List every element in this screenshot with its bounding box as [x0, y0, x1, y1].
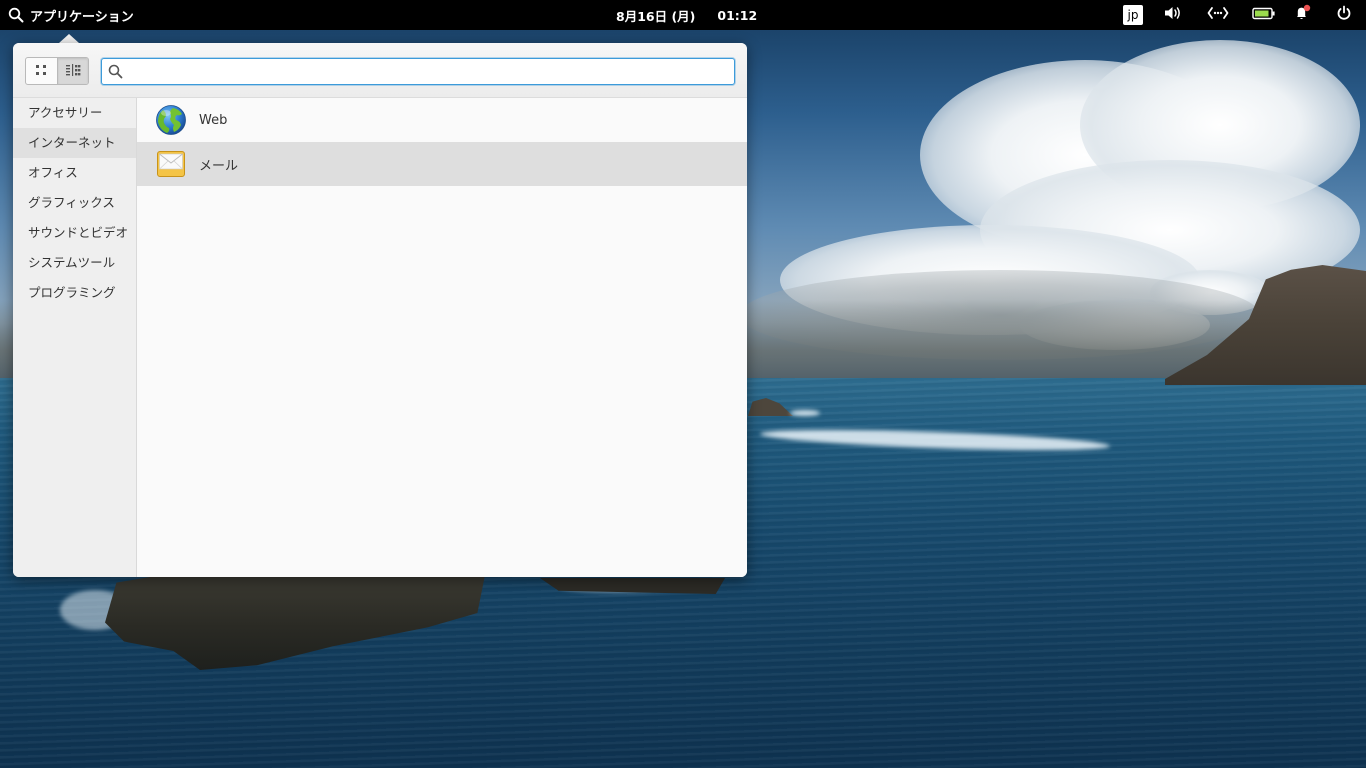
app-label: メール — [199, 158, 239, 174]
app-item-mail[interactable]: メール — [137, 142, 747, 186]
popover-header — [13, 43, 747, 98]
keyboard-layout-indicator[interactable]: jp — [1122, 0, 1144, 30]
category-internet[interactable]: インターネット — [13, 128, 136, 158]
view-mode-switcher — [25, 57, 89, 85]
notifications-indicator[interactable] — [1290, 0, 1314, 30]
search-input[interactable] — [128, 61, 730, 82]
session-indicator[interactable] — [1332, 0, 1356, 30]
category-programming[interactable]: プログラミング — [13, 278, 136, 308]
mail-envelope-icon — [155, 148, 187, 180]
category-graphics[interactable]: グラフィックス — [13, 188, 136, 218]
notification-bell-icon — [1293, 4, 1311, 26]
category-accessories[interactable]: アクセサリー — [13, 98, 136, 128]
date-label: 8月16日 (月) — [616, 8, 696, 24]
battery-icon — [1252, 7, 1276, 24]
category-system-tools[interactable]: システムツール — [13, 248, 136, 278]
web-browser-globe-icon — [155, 104, 187, 136]
applications-menu-button[interactable]: アプリケーション — [8, 0, 134, 30]
category-view-icon — [65, 62, 81, 81]
category-view-button[interactable] — [56, 58, 88, 84]
grid-view-button[interactable] — [26, 58, 57, 84]
network-indicator[interactable] — [1204, 0, 1232, 30]
category-sound-video[interactable]: サウンドとビデオ — [13, 218, 136, 248]
volume-icon — [1163, 5, 1183, 25]
keyboard-layout-label: jp — [1123, 5, 1143, 25]
power-icon — [1336, 5, 1352, 25]
wallpaper-foam — [790, 410, 820, 416]
datetime-indicator[interactable]: 8月16日 (月) 01:12 — [616, 0, 757, 30]
search-field[interactable] — [101, 58, 735, 85]
search-icon — [108, 64, 123, 83]
time-label: 01:12 — [717, 7, 758, 23]
category-office[interactable]: オフィス — [13, 158, 136, 188]
network-wired-icon — [1207, 6, 1229, 24]
popover-arrow — [59, 34, 79, 43]
app-label: Web — [199, 112, 228, 128]
category-sidebar: アクセサリー インターネット オフィス グラフィックス サウンドとビデオ システ… — [13, 98, 137, 577]
grid-view-icon — [34, 62, 48, 81]
volume-indicator[interactable] — [1160, 0, 1186, 30]
applications-menu-popover: アクセサリー インターネット オフィス グラフィックス サウンドとビデオ システ… — [13, 43, 747, 577]
search-icon — [8, 7, 24, 23]
app-list: Web メール — [137, 98, 747, 577]
battery-indicator[interactable] — [1250, 0, 1278, 30]
app-item-web[interactable]: Web — [137, 98, 747, 142]
applications-menu-label: アプリケーション — [30, 9, 134, 25]
top-panel: アプリケーション 8月16日 (月) 01:12 jp — [0, 0, 1366, 30]
